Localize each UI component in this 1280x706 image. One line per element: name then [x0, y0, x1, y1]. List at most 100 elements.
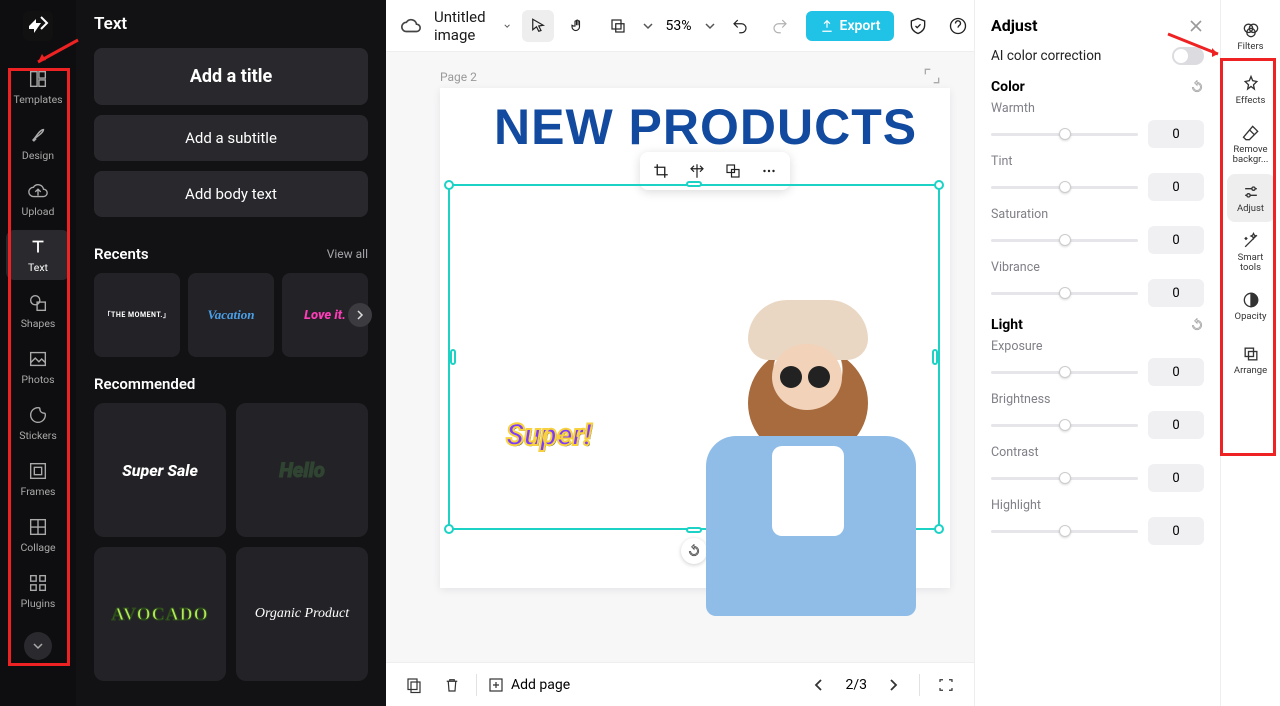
resize-handle[interactable]: [934, 180, 944, 190]
rail-item-frames[interactable]: Frames: [6, 454, 70, 504]
expand-page-button[interactable]: [922, 66, 944, 88]
project-name[interactable]: Untitled image: [434, 8, 491, 44]
selection-box[interactable]: [448, 184, 940, 530]
shield-button[interactable]: [902, 10, 934, 42]
adjust-icon: [1241, 182, 1261, 202]
right-rail: Filters Effects Remove backgr... Adjust Smar…: [1220, 0, 1280, 706]
text-panel: Text Add a title Add a subtitle Add body…: [76, 0, 386, 706]
chevron-down-icon[interactable]: [503, 19, 511, 33]
rail-item-photos[interactable]: Photos: [6, 342, 70, 392]
right-rail-label: Smart tools: [1227, 253, 1275, 273]
right-rail-filters[interactable]: Filters: [1227, 12, 1275, 60]
warmth-slider[interactable]: [991, 133, 1138, 136]
right-rail-label: Remove backgr...: [1227, 145, 1275, 165]
right-rail-effects[interactable]: Effects: [1227, 66, 1275, 114]
contrast-slider[interactable]: [991, 477, 1138, 480]
right-rail-arrange[interactable]: Arrange: [1227, 336, 1275, 384]
zoom-value[interactable]: 53%: [662, 18, 696, 34]
rail-item-design[interactable]: Design: [6, 118, 70, 168]
right-rail-remove-backgr-[interactable]: Remove backgr...: [1227, 120, 1275, 168]
pages-grid-button[interactable]: [932, 671, 960, 699]
recents-next-button[interactable]: [348, 303, 372, 327]
delete-page-button[interactable]: [438, 671, 466, 699]
resize-handle[interactable]: [444, 524, 454, 534]
slider-value[interactable]: 0: [1148, 358, 1204, 386]
canvas-overlay-text[interactable]: Super!: [506, 418, 591, 453]
highlight-slider[interactable]: [991, 530, 1138, 533]
export-label: Export: [840, 18, 881, 34]
slider-value[interactable]: 0: [1148, 279, 1204, 307]
rail-item-shapes[interactable]: Shapes: [6, 286, 70, 336]
rail-item-collage[interactable]: Collage: [6, 510, 70, 560]
layer-button[interactable]: [720, 158, 746, 184]
recommended-text-label: Hello: [279, 458, 325, 482]
recommended-heading: Recommended: [94, 375, 195, 393]
rail-item-upload[interactable]: Upload: [6, 174, 70, 224]
tint-slider[interactable]: [991, 186, 1138, 189]
rail-item-text[interactable]: Text: [6, 230, 70, 280]
prev-page-button[interactable]: [805, 671, 833, 699]
view-all-link[interactable]: View all: [327, 247, 368, 261]
cursor-tool[interactable]: [522, 10, 554, 42]
cloud-sync-icon[interactable]: [400, 15, 422, 37]
right-rail-opacity[interactable]: Opacity: [1227, 282, 1275, 330]
right-rail-smart-tools[interactable]: Smart tools: [1227, 228, 1275, 276]
rail-item-label: Stickers: [19, 429, 56, 442]
rail-item-stickers[interactable]: Stickers: [6, 398, 70, 448]
next-page-button[interactable]: [879, 671, 907, 699]
canvas-image[interactable]: [630, 296, 940, 626]
ai-correction-label: AI color correction: [991, 48, 1101, 64]
panel-title: Text: [94, 14, 368, 34]
resize-handle[interactable]: [444, 180, 454, 190]
recommended-text-card[interactable]: Hello: [236, 403, 368, 537]
resize-handle[interactable]: [686, 181, 702, 187]
collage-icon: [27, 516, 49, 538]
resize-tool[interactable]: [602, 10, 634, 42]
canvas-page[interactable]: NEW PRODUCTS: [440, 88, 950, 588]
reset-button[interactable]: [1190, 80, 1204, 94]
chevron-down-icon[interactable]: [642, 20, 654, 32]
slider-value[interactable]: 0: [1148, 226, 1204, 254]
hand-tool[interactable]: [562, 10, 594, 42]
crop-button[interactable]: [648, 158, 674, 184]
exposure-slider[interactable]: [991, 371, 1138, 374]
rail-item-templates[interactable]: Templates: [6, 62, 70, 112]
recommended-text-card[interactable]: AVOCADO: [94, 547, 226, 681]
recent-text-card[interactable]: Vacation: [188, 273, 274, 357]
chevron-down-icon[interactable]: [704, 20, 716, 32]
add-title-button[interactable]: Add a title: [94, 48, 368, 105]
photos-icon: [27, 348, 49, 370]
saturation-slider[interactable]: [991, 239, 1138, 242]
help-button[interactable]: [942, 10, 974, 42]
undo-button[interactable]: [724, 10, 756, 42]
recommended-text-card[interactable]: Organic Product: [236, 547, 368, 681]
slider-value[interactable]: 0: [1148, 464, 1204, 492]
resize-handle[interactable]: [450, 349, 456, 365]
add-body-button[interactable]: Add body text: [94, 171, 368, 217]
brightness-slider[interactable]: [991, 424, 1138, 427]
redo-button[interactable]: [764, 10, 796, 42]
recommended-text-card[interactable]: Super Sale: [94, 403, 226, 537]
slider-value[interactable]: 0: [1148, 517, 1204, 545]
page-label: Page 2: [440, 70, 477, 84]
canvas-area[interactable]: Page 2 NEW PRODUCTS: [386, 52, 974, 662]
more-button[interactable]: [756, 158, 782, 184]
slider-label: Contrast: [991, 445, 1204, 460]
slider-label: Tint: [991, 154, 1204, 169]
reset-button[interactable]: [1190, 318, 1204, 332]
recent-text-card[interactable]: 「THE MOMENT.」: [94, 273, 180, 357]
slider-value[interactable]: 0: [1148, 120, 1204, 148]
rail-more-button[interactable]: [24, 632, 52, 660]
slider-value[interactable]: 0: [1148, 173, 1204, 201]
rail-item-plugins[interactable]: Plugins: [6, 566, 70, 616]
rail-item-label: Text: [28, 261, 48, 274]
slider-value[interactable]: 0: [1148, 411, 1204, 439]
duplicate-page-button[interactable]: [400, 671, 428, 699]
add-page-button[interactable]: Add page: [487, 676, 570, 694]
vibrance-slider[interactable]: [991, 292, 1138, 295]
add-subtitle-button[interactable]: Add a subtitle: [94, 115, 368, 161]
canvas-headline[interactable]: NEW PRODUCTS: [494, 98, 917, 156]
export-button[interactable]: Export: [806, 11, 895, 41]
right-rail-adjust[interactable]: Adjust: [1227, 174, 1275, 222]
rail-item-label: Design: [22, 149, 54, 162]
